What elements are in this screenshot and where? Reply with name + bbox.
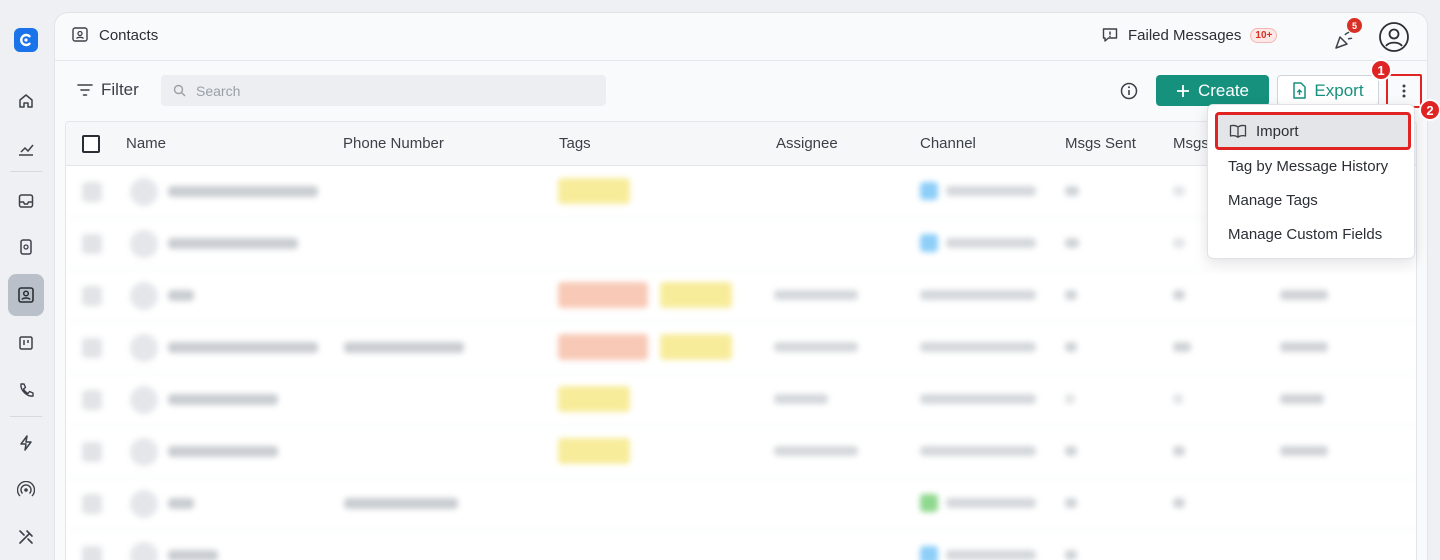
column-header[interactable]: Msgs Sent bbox=[1065, 135, 1136, 152]
page-title: Contacts bbox=[71, 26, 158, 44]
menu-item-import[interactable]: Import bbox=[1215, 112, 1411, 150]
export-file-icon bbox=[1293, 82, 1307, 99]
sidebar bbox=[0, 0, 52, 560]
more-options-menu: Import Tag by Message History Manage Tag… bbox=[1207, 104, 1415, 259]
export-label: Export bbox=[1314, 80, 1364, 100]
step-marker: 1 bbox=[1370, 59, 1392, 81]
table-row[interactable] bbox=[66, 270, 1416, 322]
filter-label: Filter bbox=[101, 80, 139, 99]
vertical-dots-icon bbox=[1402, 84, 1406, 98]
create-label: Create bbox=[1197, 80, 1250, 100]
column-header[interactable]: Msgs bbox=[1173, 135, 1209, 152]
analytics-icon[interactable] bbox=[10, 133, 42, 165]
phone-icon[interactable] bbox=[10, 374, 42, 406]
menu-item-manage-custom-fields[interactable]: Manage Custom Fields bbox=[1228, 226, 1382, 243]
filter-button[interactable]: Filter bbox=[77, 80, 139, 100]
create-button[interactable]: Create bbox=[1156, 75, 1269, 106]
board-icon[interactable] bbox=[10, 327, 42, 359]
search-icon bbox=[173, 84, 186, 97]
tools-icon[interactable] bbox=[10, 521, 42, 553]
inbox-icon[interactable] bbox=[10, 185, 42, 217]
contacts-panel: Contacts Failed Messages 10+ 5 Filter Cr… bbox=[54, 12, 1428, 560]
menu-item-tag-by-message-history[interactable]: Tag by Message History bbox=[1228, 158, 1388, 175]
info-icon[interactable] bbox=[1119, 81, 1139, 101]
divider bbox=[10, 416, 42, 417]
notification-count-badge: 5 bbox=[1347, 18, 1362, 33]
table-row[interactable] bbox=[66, 426, 1416, 478]
alert-message-icon bbox=[1102, 28, 1118, 42]
plus-icon bbox=[1176, 84, 1189, 97]
contacts-icon bbox=[72, 27, 88, 42]
table-row[interactable] bbox=[66, 322, 1416, 374]
column-header[interactable]: Tags bbox=[559, 135, 591, 152]
user-icon bbox=[1379, 22, 1409, 52]
column-header[interactable]: Channel bbox=[920, 135, 976, 152]
more-options-button[interactable] bbox=[1386, 74, 1422, 108]
broadcast-icon[interactable] bbox=[10, 474, 42, 506]
divider bbox=[10, 171, 42, 172]
table-row[interactable] bbox=[66, 530, 1416, 560]
select-all-checkbox[interactable] bbox=[82, 135, 100, 153]
contacts-nav-icon[interactable] bbox=[8, 274, 44, 316]
table-row[interactable] bbox=[66, 478, 1416, 530]
column-header[interactable]: Phone Number bbox=[343, 135, 444, 152]
home-icon[interactable] bbox=[10, 85, 42, 117]
table-row[interactable] bbox=[66, 374, 1416, 426]
top-bar: Contacts Failed Messages 10+ 5 bbox=[55, 13, 1427, 61]
search-box[interactable] bbox=[161, 75, 606, 106]
announcements-button[interactable]: 5 bbox=[1331, 18, 1362, 51]
automation-icon[interactable] bbox=[10, 427, 42, 459]
filter-icon bbox=[77, 84, 93, 96]
device-icon[interactable] bbox=[10, 231, 42, 263]
book-icon bbox=[1229, 124, 1247, 138]
menu-item-label: Import bbox=[1256, 122, 1299, 140]
page-title-text: Contacts bbox=[99, 26, 159, 44]
failed-messages-label: Failed Messages bbox=[1128, 26, 1242, 44]
column-header[interactable]: Assignee bbox=[776, 135, 838, 152]
user-avatar[interactable] bbox=[1378, 21, 1410, 53]
menu-item-manage-tags[interactable]: Manage Tags bbox=[1228, 192, 1318, 209]
app-logo-icon[interactable] bbox=[14, 28, 38, 52]
column-header[interactable]: Name bbox=[126, 135, 166, 152]
search-input[interactable] bbox=[196, 82, 596, 99]
failed-messages-badge: 10+ bbox=[1250, 27, 1278, 43]
export-button[interactable]: Export bbox=[1277, 75, 1379, 106]
failed-messages-link[interactable]: Failed Messages 10+ bbox=[1101, 26, 1278, 44]
step-marker: 2 bbox=[1419, 99, 1440, 121]
